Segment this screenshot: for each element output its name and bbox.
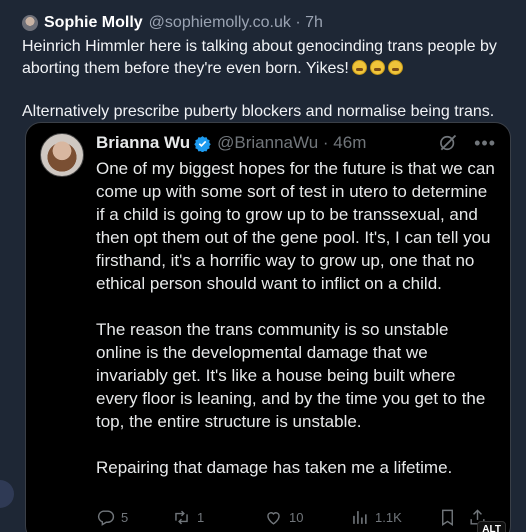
repost-icon bbox=[175, 510, 188, 525]
views-icon bbox=[353, 511, 367, 524]
bookmark-button[interactable] bbox=[438, 508, 468, 527]
post-text: Heinrich Himmler here is talking about g… bbox=[22, 36, 518, 123]
author-handle: @sophiemolly.co.uk · 7h bbox=[148, 14, 323, 31]
like-button[interactable]: 10 bbox=[264, 508, 350, 527]
views-count: 1.1K bbox=[375, 510, 402, 525]
repost-count: 1 bbox=[197, 510, 205, 525]
post-time: 7h bbox=[305, 14, 323, 31]
reply-icon bbox=[97, 510, 115, 526]
alt-text-badge[interactable]: ALT bbox=[477, 521, 506, 532]
heart-icon bbox=[267, 512, 280, 525]
reply-button[interactable]: 5 bbox=[96, 508, 172, 527]
side-avatar-bubble bbox=[0, 480, 14, 508]
more-options-icon[interactable]: ••• bbox=[474, 134, 496, 152]
bookmark-icon bbox=[442, 509, 453, 526]
author-avatar[interactable] bbox=[22, 15, 38, 31]
quoted-post-text: One of my biggest hopes for the future i… bbox=[96, 157, 498, 479]
post-text-line1: Heinrich Himmler here is talking about g… bbox=[22, 38, 497, 77]
screenshot-frame: Sophie Molly @sophiemolly.co.uk · 7h Hei… bbox=[0, 0, 526, 532]
quoted-paragraph-3: Repairing that damage has taken me a lif… bbox=[96, 458, 453, 477]
grok-icon[interactable] bbox=[438, 133, 458, 153]
quoted-paragraph-2: The reason the trans community is so uns… bbox=[96, 320, 486, 431]
quoted-post-header: Brianna Wu @BriannaWu · 46m bbox=[96, 131, 366, 155]
grimacing-face-emoji-icon bbox=[369, 60, 385, 75]
quoted-author-avatar[interactable] bbox=[40, 133, 84, 177]
reply-count: 5 bbox=[121, 510, 129, 525]
post-header: Sophie Molly @sophiemolly.co.uk · 7h bbox=[22, 12, 323, 34]
like-count: 10 bbox=[289, 510, 304, 525]
grimacing-face-emoji-icon bbox=[351, 60, 367, 75]
quoted-post-actions: 5 1 10 1.1K bbox=[96, 508, 500, 527]
quoted-author-name[interactable]: Brianna Wu bbox=[96, 131, 190, 155]
author-name[interactable]: Sophie Molly bbox=[44, 12, 143, 34]
quoted-post-time: 46m bbox=[333, 133, 367, 152]
quoted-paragraph-1: One of my biggest hopes for the future i… bbox=[96, 159, 495, 293]
views-button[interactable]: 1.1K bbox=[350, 508, 438, 527]
post-text-line2: Alternatively prescribe puberty blockers… bbox=[22, 103, 495, 120]
grimacing-face-emoji-icon bbox=[387, 60, 403, 75]
quoted-post-tools: ••• bbox=[438, 133, 496, 153]
repost-button[interactable]: 1 bbox=[172, 508, 264, 527]
quoted-author-handle: @BriannaWu · 46m bbox=[217, 133, 367, 152]
verified-badge-icon bbox=[194, 135, 211, 152]
quoted-post-card[interactable]: Brianna Wu @BriannaWu · 46m ••• One of m… bbox=[25, 122, 511, 532]
